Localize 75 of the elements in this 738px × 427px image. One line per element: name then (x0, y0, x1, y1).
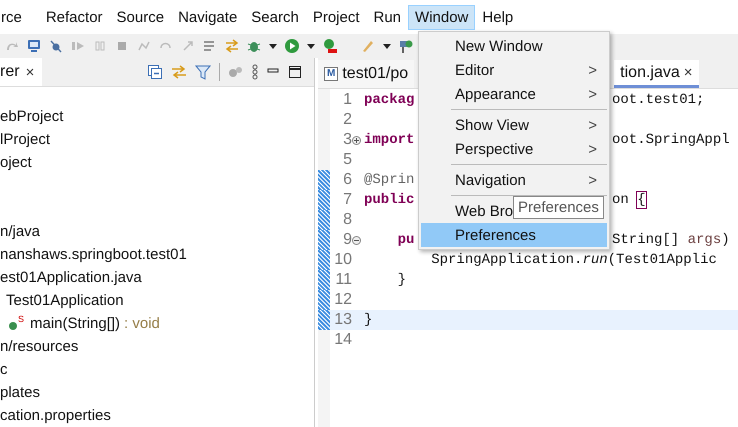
tree-item[interactable]: est01Application.java (0, 269, 142, 286)
menu-item[interactable]: Appearance > (421, 82, 607, 106)
line-number: 5 (342, 151, 352, 169)
code-text: ) (721, 232, 730, 248)
menu-item[interactable]: Navigation > (421, 164, 607, 192)
menu-item[interactable]: Perspective > (421, 137, 607, 161)
tooltip: Preferences (513, 196, 604, 219)
filter-icon[interactable] (195, 64, 211, 80)
tree-item[interactable]: c (0, 361, 8, 378)
menu-item[interactable]: Navigate (171, 4, 244, 30)
run-icon[interactable] (284, 38, 300, 54)
code-text: String[] (612, 232, 680, 248)
tree-item[interactable]: Test01Application (6, 292, 124, 309)
tree-item[interactable]: cation.properties (0, 407, 111, 424)
line-number: 14 (333, 331, 352, 349)
monitor-icon[interactable] (26, 38, 42, 54)
menu-item[interactable]: Project (306, 4, 366, 30)
menu-item[interactable]: Show View > (421, 109, 607, 137)
code-text: } (364, 312, 372, 328)
line-number: 9 (342, 231, 352, 249)
return-type: : void (124, 315, 160, 332)
menu-item[interactable]: Search (244, 4, 306, 30)
code-text: oot.SpringAppl (612, 132, 730, 148)
code-text: oot.test01; (612, 92, 704, 108)
code-text: args (688, 232, 722, 248)
more-icon[interactable] (252, 64, 258, 80)
menu-item[interactable]: Run (366, 4, 408, 30)
menu-item[interactable]: Window (408, 4, 476, 30)
skip-breakpoints-icon[interactable] (48, 38, 64, 54)
menu-item[interactable]: Preferences (421, 223, 607, 247)
editor-tab[interactable]: tion.java × (614, 60, 699, 88)
tree-item[interactable]: main(String[]) (30, 315, 120, 332)
explorer-tab[interactable]: rer × (0, 58, 42, 86)
line-number: 12 (333, 291, 352, 309)
menu-item[interactable]: Refactor (38, 4, 110, 30)
line-number: 6 (342, 171, 352, 189)
tree-item[interactable]: lProject (0, 131, 50, 148)
collapse-all-icon[interactable] (147, 64, 163, 80)
menu-item[interactable]: Help (475, 4, 520, 30)
static-marker-label: S (18, 314, 24, 324)
code-text: packag (364, 92, 414, 108)
tree-item[interactable]: plates (0, 384, 40, 401)
code-text: @Sprin (364, 172, 414, 188)
tree-item[interactable]: n/java (0, 223, 40, 240)
tab-label: rer (0, 63, 20, 81)
file-icon: M (324, 67, 338, 81)
method-icon (8, 320, 18, 330)
code-text: pu (396, 232, 414, 248)
menu-item[interactable]: Source (110, 4, 172, 30)
line-number: 2 (342, 111, 352, 129)
code-text: SpringApplication.run(Test01Applic (430, 252, 717, 268)
menu-item[interactable]: New Window (421, 34, 607, 58)
line-number: 8 (342, 211, 352, 229)
code-text: import (364, 132, 414, 148)
tree-item[interactable]: nanshaws.springboot.test01 (0, 246, 187, 263)
close-icon[interactable]: × (26, 64, 34, 80)
code-text: on (612, 192, 630, 208)
line-number: 7 (342, 191, 352, 209)
tree-item[interactable]: ebProject (0, 108, 64, 125)
tree-item[interactable]: n/resources (0, 338, 78, 355)
line-number: 11 (334, 271, 352, 289)
tree-item[interactable]: oject (0, 154, 32, 171)
maximize-icon[interactable] (288, 65, 302, 79)
expand-icon[interactable] (352, 136, 361, 144)
line-number: 10 (333, 251, 352, 269)
line-number: 13 (333, 311, 352, 329)
line-number: 1 (342, 91, 352, 109)
collapse-icon[interactable] (352, 236, 361, 244)
menu-item[interactable]: rce (0, 4, 29, 30)
code-text: public (364, 192, 414, 208)
editor-tab[interactable]: M test01/po (318, 60, 414, 88)
code-text: } (396, 272, 406, 288)
line-number: 3 (342, 131, 352, 149)
code-text: { (637, 192, 646, 208)
menu-item[interactable]: Editor > (421, 58, 607, 82)
